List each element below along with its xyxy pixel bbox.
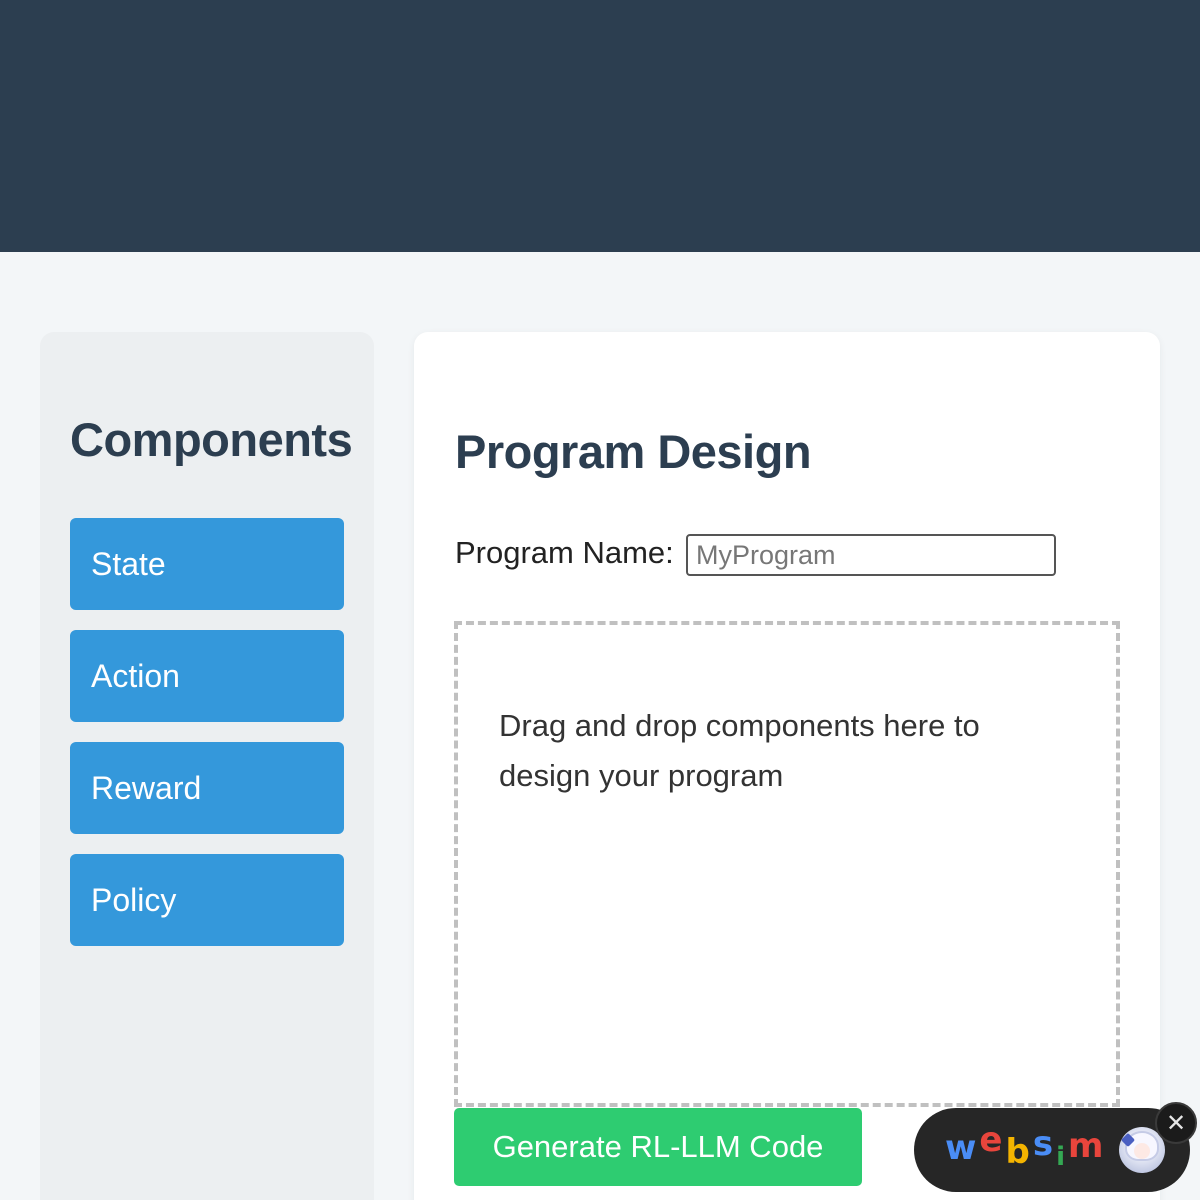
generate-code-button[interactable]: Generate RL-LLM Code <box>454 1108 862 1186</box>
component-policy[interactable]: Policy <box>70 854 344 946</box>
component-reward[interactable]: Reward <box>70 742 344 834</box>
avatar-face <box>1134 1143 1150 1159</box>
program-name-input[interactable] <box>686 534 1056 576</box>
components-sidebar: Components State Action Reward Policy <box>40 332 374 1200</box>
sidebar-title: Components <box>70 413 353 466</box>
logo-letter: m <box>1068 1126 1107 1166</box>
close-icon[interactable]: ✕ <box>1155 1102 1197 1144</box>
websim-logo: websim <box>945 1120 1107 1172</box>
websim-badge[interactable]: websim <box>914 1108 1190 1192</box>
top-header-bar <box>0 0 1200 252</box>
logo-letter: e <box>979 1120 1006 1160</box>
logo-letter: s <box>1032 1124 1057 1164</box>
logo-letter: b <box>1005 1132 1033 1172</box>
component-state[interactable]: State <box>70 518 344 610</box>
dropzone-instructions: Drag and drop components here to design … <box>499 708 980 793</box>
page-title: Program Design <box>455 425 812 478</box>
program-design-panel: Program Design Program Name: Drag and dr… <box>414 332 1160 1200</box>
program-name-label: Program Name: <box>455 535 674 570</box>
logo-letter: w <box>945 1128 980 1168</box>
design-dropzone[interactable]: Drag and drop components here to design … <box>454 621 1120 1107</box>
logo-letter: i <box>1056 1142 1068 1172</box>
component-action[interactable]: Action <box>70 630 344 722</box>
